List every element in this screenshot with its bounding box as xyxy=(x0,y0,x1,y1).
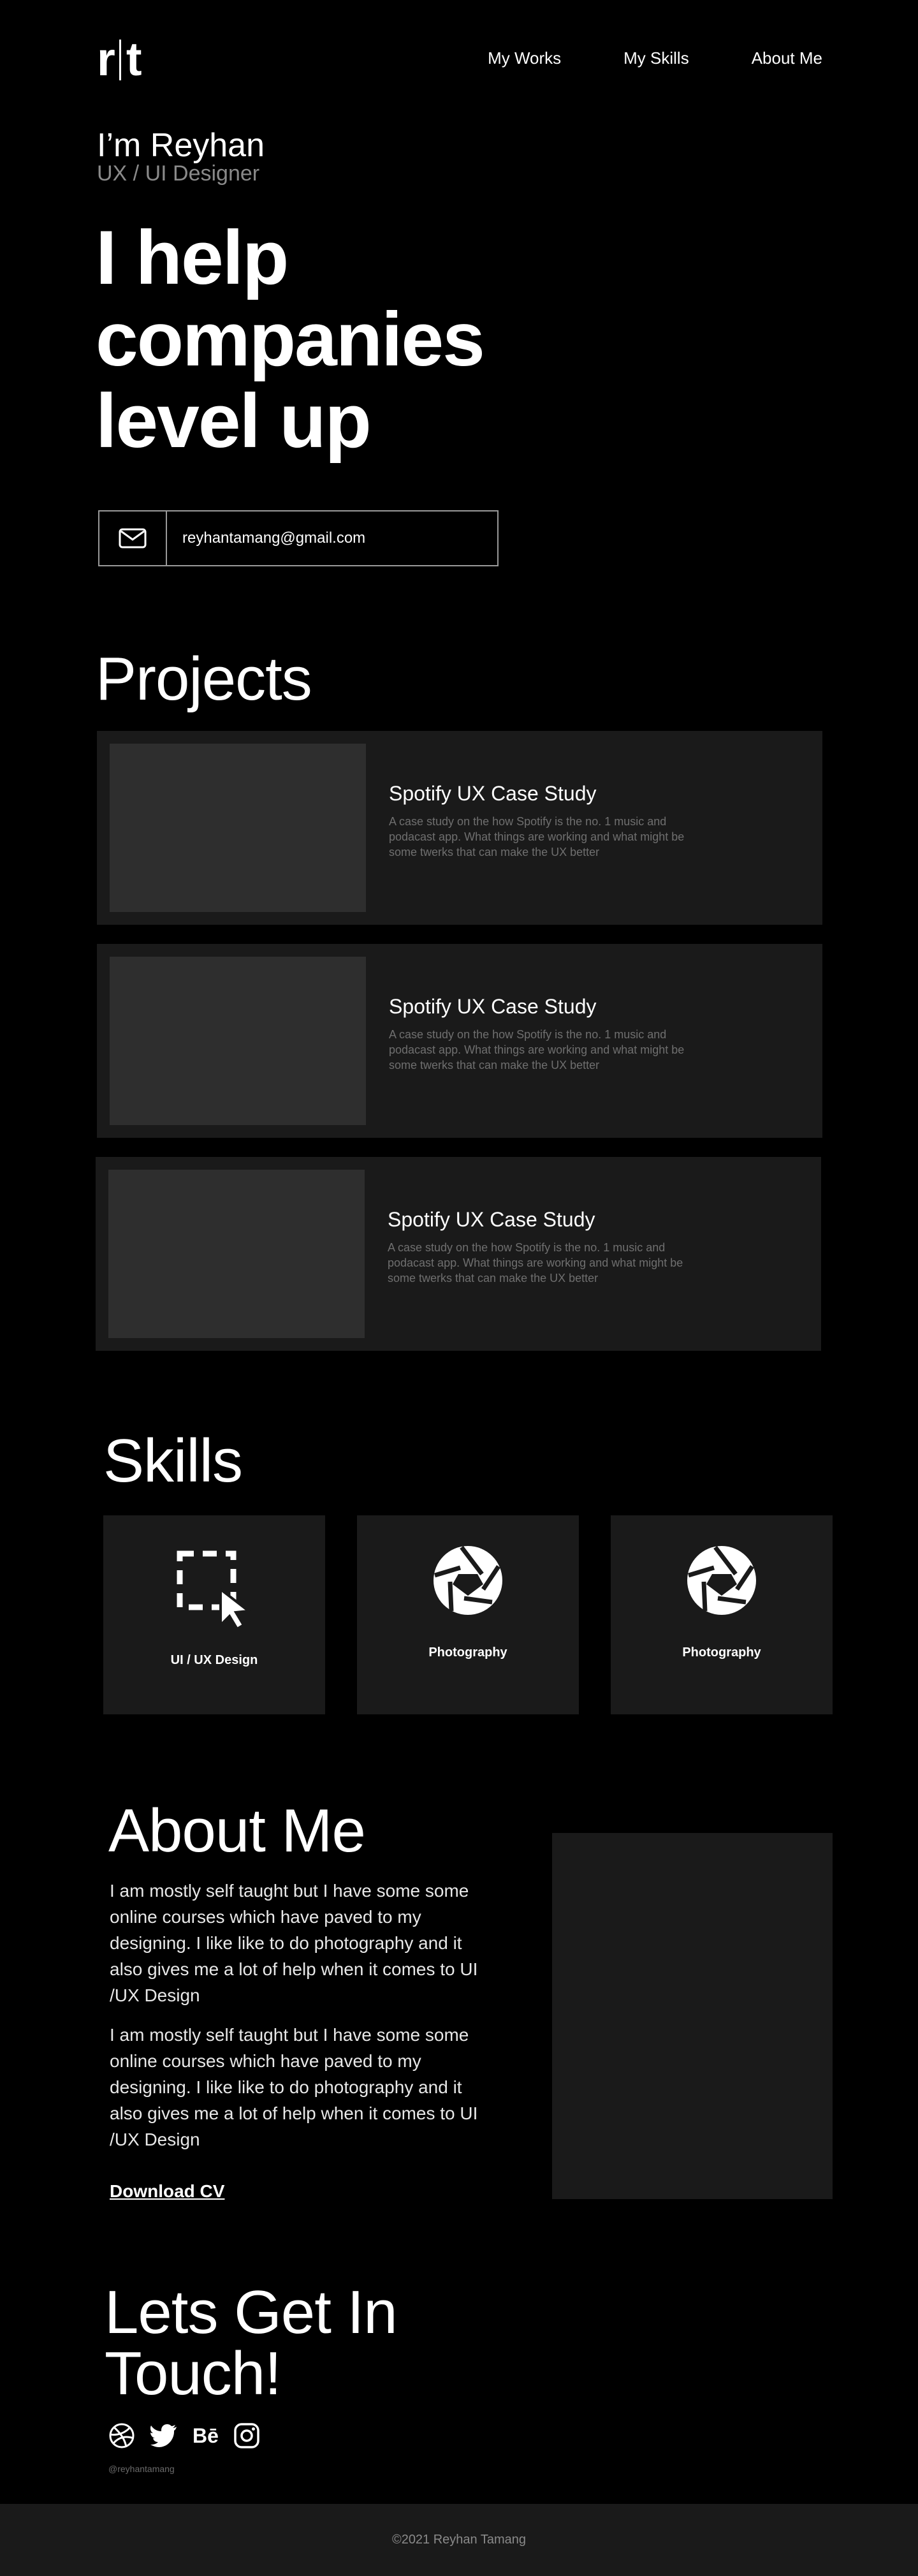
logo[interactable]: rt xyxy=(97,33,142,85)
hero-line-1: I help xyxy=(96,215,289,300)
project-title: Spotify UX Case Study xyxy=(389,782,597,805)
project-card[interactable]: Spotify UX Case Study A case study on th… xyxy=(97,731,822,925)
skill-label: Photography xyxy=(682,1645,761,1660)
nav-my-skills[interactable]: My Skills xyxy=(623,48,689,68)
social-handle: @reyhantamang xyxy=(108,2464,175,2474)
mail-icon xyxy=(99,512,167,565)
project-description: A case study on the how Spotify is the n… xyxy=(389,1028,685,1071)
skill-card-ui-ux: UI / UX Design xyxy=(103,1515,325,1714)
footer: ©2021 Reyhan Tamang xyxy=(0,2504,918,2576)
skill-card-photography: Photography xyxy=(611,1515,833,1714)
project-thumbnail xyxy=(110,957,366,1125)
logo-letter-t: t xyxy=(126,33,142,85)
project-card[interactable]: Spotify UX Case Study A case study on th… xyxy=(97,944,822,1138)
project-description: A case study on the how Spotify is the n… xyxy=(388,1241,683,1284)
copyright-text: ©2021 Reyhan Tamang xyxy=(391,2533,527,2547)
projects-title: Projects xyxy=(96,645,312,713)
instagram-icon[interactable] xyxy=(234,2423,259,2448)
selection-cursor-icon xyxy=(177,1550,252,1630)
skills-title: Skills xyxy=(103,1427,243,1495)
behance-icon[interactable]: Bē xyxy=(193,2422,219,2449)
logo-letter-r: r xyxy=(97,33,115,85)
camera-aperture-icon xyxy=(433,1545,502,1615)
nav-about-me[interactable]: About Me xyxy=(752,48,822,68)
project-description: A case study on the how Spotify is the n… xyxy=(389,815,685,858)
project-thumbnail xyxy=(108,1170,365,1338)
about-paragraph: I am mostly self taught but I have some … xyxy=(110,1881,478,2005)
dribbble-icon[interactable] xyxy=(108,2422,135,2449)
contact-title-line-1: Lets Get In xyxy=(105,2278,398,2346)
about-title: About Me xyxy=(108,1797,366,1865)
main-nav: My Works My Skills About Me xyxy=(488,48,822,68)
about-photo xyxy=(552,1833,833,2199)
hero-line-3: level up xyxy=(96,378,372,464)
role-subtitle: UX / UI Designer xyxy=(97,161,260,186)
project-title: Spotify UX Case Study xyxy=(389,995,597,1018)
greeting: I’m Reyhan xyxy=(97,127,265,164)
twitter-icon[interactable] xyxy=(150,2424,177,2447)
skill-label: Photography xyxy=(428,1645,507,1660)
logo-divider xyxy=(119,40,121,80)
skill-label: UI / UX Design xyxy=(170,1653,258,1667)
nav-my-works[interactable]: My Works xyxy=(488,48,561,68)
hero-headline: I help companies level up xyxy=(96,215,485,464)
hero-line-2: companies xyxy=(96,297,485,382)
skill-card-photography: Photography xyxy=(357,1515,579,1714)
contact-title-line-2: Touch! xyxy=(105,2339,282,2408)
about-paragraph: I am mostly self taught but I have some … xyxy=(110,2025,478,2149)
email-contact[interactable]: reyhantamang@gmail.com xyxy=(98,510,499,566)
project-thumbnail xyxy=(110,744,366,912)
download-cv-link[interactable]: Download CV xyxy=(110,2181,224,2202)
social-links: Bē xyxy=(108,2422,259,2449)
email-address: reyhantamang@gmail.com xyxy=(182,529,366,547)
project-title: Spotify UX Case Study xyxy=(388,1208,595,1231)
camera-aperture-icon xyxy=(687,1545,756,1615)
project-card[interactable]: Spotify UX Case Study A case study on th… xyxy=(96,1157,821,1351)
contact-title: Lets Get In Touch! xyxy=(105,2278,398,2408)
